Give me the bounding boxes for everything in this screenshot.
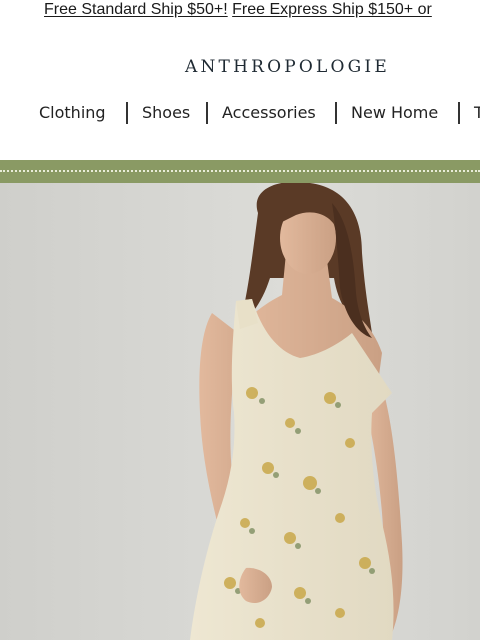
nav-item-accessories[interactable]: Accessories — [222, 100, 316, 126]
nav-item-clothing[interactable]: Clothing — [39, 100, 106, 126]
brand-logo[interactable]: ANTHROPOLOGIE — [185, 57, 390, 77]
nav-item-truncated[interactable]: T — [474, 100, 480, 126]
nav-item-new-home[interactable]: New Home — [351, 100, 438, 126]
nav-divider — [126, 102, 128, 124]
free-express-ship-link[interactable]: Free Express Ship $150+ or — [232, 1, 432, 18]
free-standard-ship-link[interactable]: Free Standard Ship $50+! — [44, 1, 228, 18]
nav-divider — [206, 102, 208, 124]
hero-image[interactable] — [0, 183, 480, 640]
promo-banner-strip[interactable] — [0, 160, 480, 183]
promo-bar: Free Standard Ship $50+! Free Express Sh… — [0, 0, 480, 20]
model-in-floral-dress-photo — [0, 183, 480, 640]
main-nav: Clothing Shoes Accessories New Home T — [0, 100, 480, 126]
nav-divider — [335, 102, 337, 124]
nav-item-shoes[interactable]: Shoes — [142, 100, 190, 126]
nav-divider — [458, 102, 460, 124]
stitch-line — [0, 170, 480, 172]
